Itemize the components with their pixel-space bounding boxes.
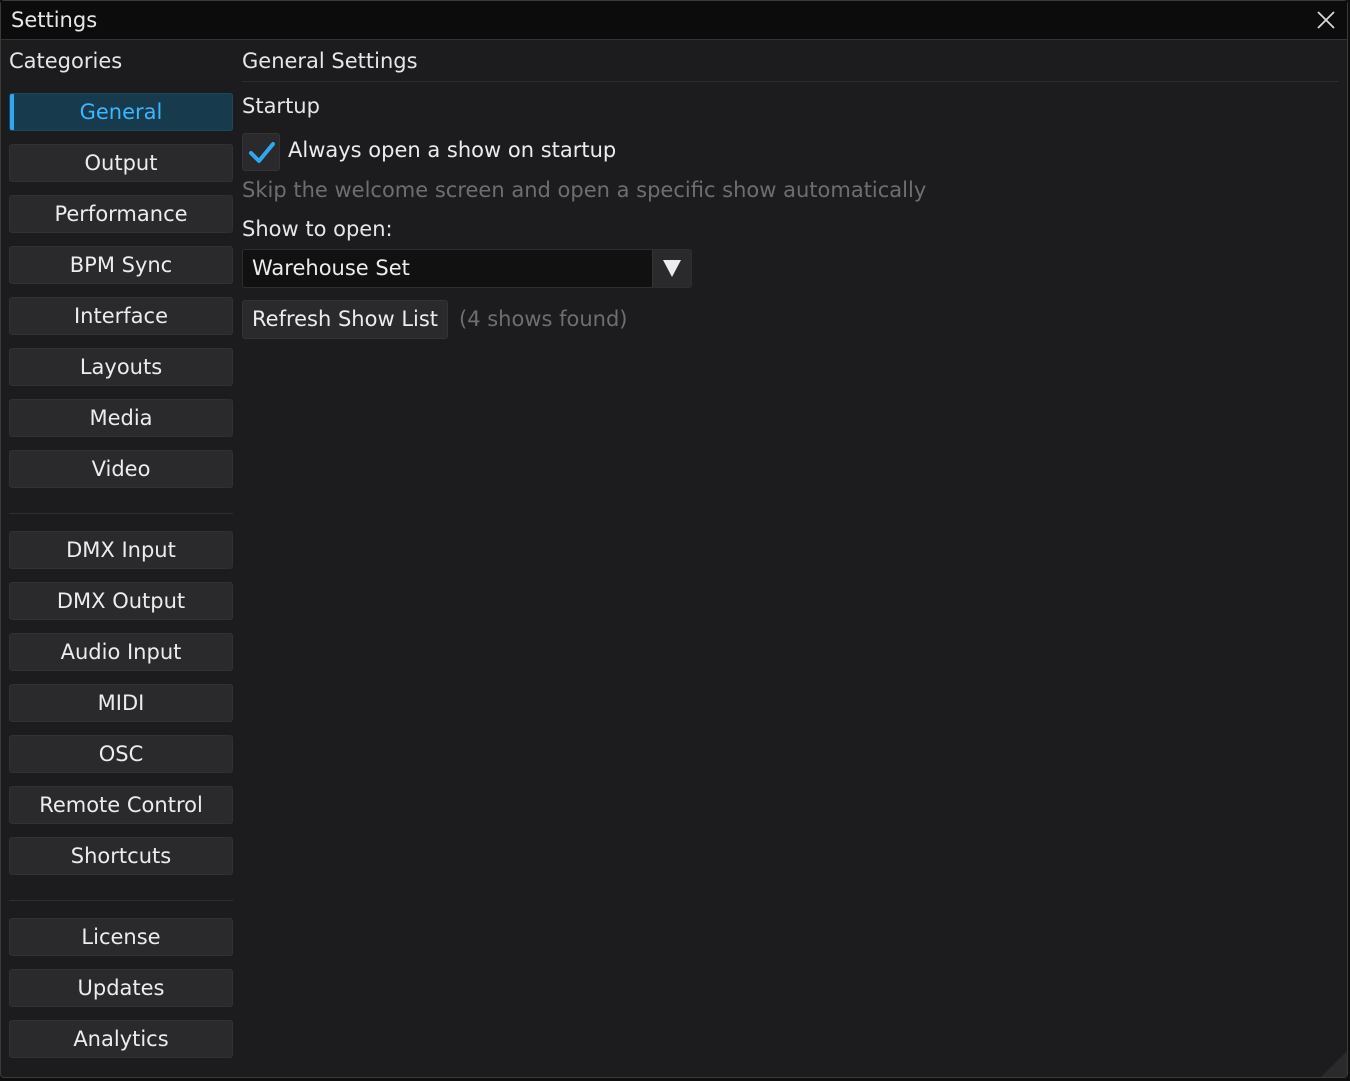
- category-updates[interactable]: Updates: [9, 969, 233, 1007]
- category-media[interactable]: Media: [9, 399, 233, 437]
- categories-sidebar: Categories General Output Performance BP…: [9, 39, 233, 1077]
- category-output[interactable]: Output: [9, 144, 233, 182]
- dropdown-button[interactable]: [652, 250, 691, 287]
- refresh-show-list-button[interactable]: Refresh Show List: [242, 300, 449, 339]
- category-osc[interactable]: OSC: [9, 735, 233, 773]
- category-bpm-sync[interactable]: BPM Sync: [9, 246, 233, 284]
- category-layouts[interactable]: Layouts: [9, 348, 233, 386]
- category-license[interactable]: License: [9, 918, 233, 956]
- always-open-label[interactable]: Always open a show on startup: [288, 138, 616, 162]
- show-select[interactable]: Warehouse Set: [242, 249, 692, 288]
- category-analytics[interactable]: Analytics: [9, 1020, 233, 1058]
- category-separator: [9, 513, 233, 514]
- category-shortcuts[interactable]: Shortcuts: [9, 837, 233, 875]
- settings-content: General Settings Startup Always open a s…: [242, 39, 1339, 1077]
- category-dmx-input[interactable]: DMX Input: [9, 531, 233, 569]
- category-general[interactable]: General: [9, 93, 233, 131]
- show-select-value: Warehouse Set: [252, 256, 410, 280]
- show-to-open-label: Show to open:: [242, 217, 393, 241]
- page-title: General Settings: [242, 49, 418, 73]
- category-video[interactable]: Video: [9, 450, 233, 488]
- section-title-startup: Startup: [242, 94, 320, 118]
- heading-divider: [242, 81, 1339, 82]
- category-interface[interactable]: Interface: [9, 297, 233, 335]
- title-bar: Settings: [1, 1, 1347, 40]
- shows-found-count: (4 shows found): [459, 307, 628, 331]
- category-performance[interactable]: Performance: [9, 195, 233, 233]
- categories-heading: Categories: [9, 49, 123, 73]
- category-separator: [9, 900, 233, 901]
- window-title: Settings: [11, 8, 98, 32]
- always-open-checkbox[interactable]: [242, 133, 280, 171]
- category-remote-control[interactable]: Remote Control: [9, 786, 233, 824]
- resize-grip-icon[interactable]: [1321, 1051, 1347, 1077]
- checkmark-icon: [249, 142, 275, 163]
- settings-window: Settings Categories General Output Perfo…: [0, 0, 1348, 1078]
- category-audio-input[interactable]: Audio Input: [9, 633, 233, 671]
- category-midi[interactable]: MIDI: [9, 684, 233, 722]
- category-dmx-output[interactable]: DMX Output: [9, 582, 233, 620]
- triangle-down-icon: [663, 260, 681, 277]
- startup-hint: Skip the welcome screen and open a speci…: [242, 178, 927, 202]
- close-icon[interactable]: [1315, 9, 1337, 31]
